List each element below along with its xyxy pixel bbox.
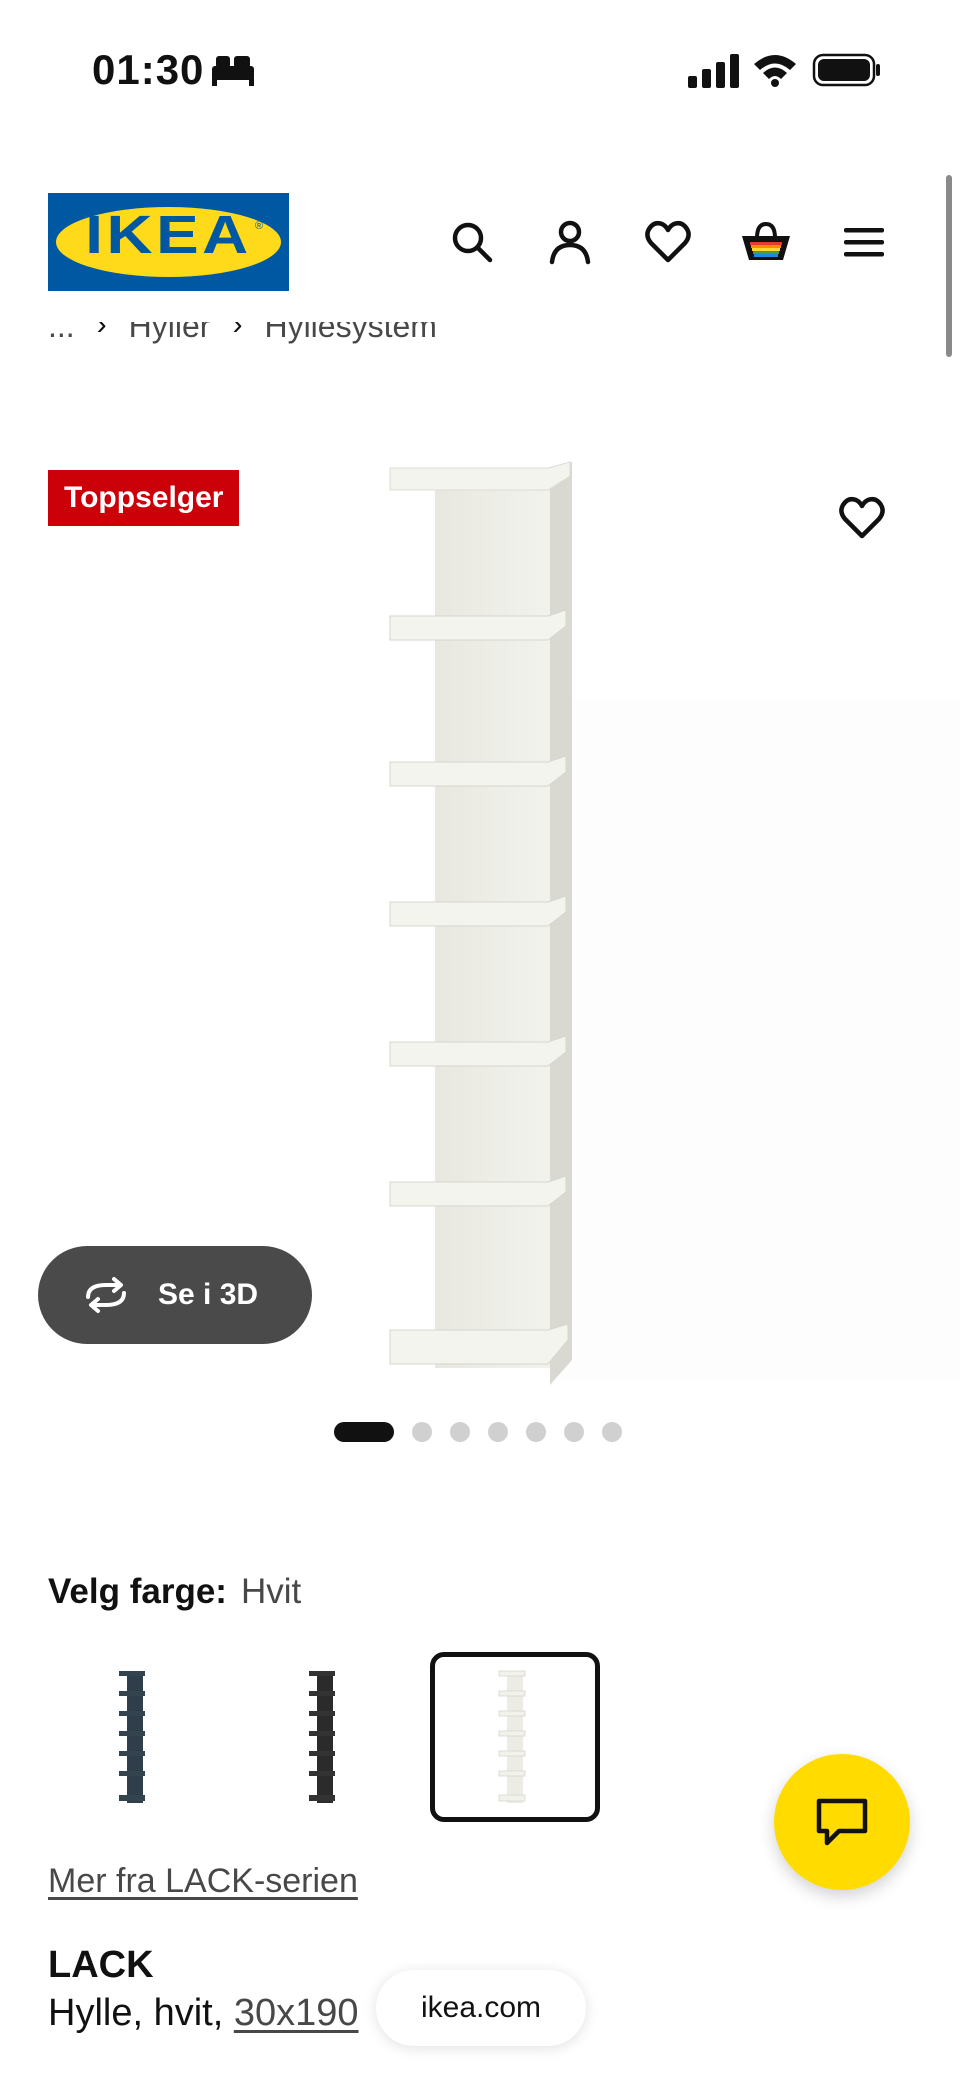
product-desc-text: Hylle, hvit, [48, 1992, 234, 2034]
shelf-thumbnail [498, 1670, 526, 1803]
browser-url-bar[interactable]: ikea.com [376, 1970, 586, 2046]
status-time: 01:30 [92, 46, 205, 93]
wifi-icon [754, 55, 796, 87]
pagination-dot-active[interactable] [334, 1422, 394, 1442]
pagination-dot[interactable] [450, 1422, 470, 1442]
site-header: IKEA ® [0, 190, 960, 294]
breadcrumb: ... › Hyller › Hyllesystem [48, 322, 437, 362]
color-swatch-blue[interactable] [50, 1652, 220, 1822]
chevron-right-icon: › [232, 322, 243, 341]
logo-registered-mark: ® [255, 220, 264, 232]
product-image-gallery[interactable]: Toppselger Se i 3D [0, 420, 960, 1410]
color-swatch-black[interactable] [240, 1652, 410, 1822]
heart-icon[interactable] [642, 216, 694, 268]
breadcrumb-item[interactable]: Hyllesystem [264, 322, 436, 345]
product-image[interactable] [380, 440, 590, 1400]
search-icon[interactable] [446, 216, 498, 268]
chat-button[interactable] [774, 1754, 910, 1890]
topseller-badge: Toppselger [48, 470, 240, 526]
chevron-right-icon: › [96, 322, 107, 341]
page-scrollbar[interactable] [946, 175, 952, 357]
breadcrumb-item[interactable]: Hyller [129, 322, 211, 345]
logo-text: IKEA [85, 205, 252, 265]
pagination-dot[interactable] [564, 1422, 584, 1442]
menu-icon[interactable] [838, 216, 890, 268]
battery-icon [812, 53, 880, 87]
pagination-dot[interactable] [488, 1422, 508, 1442]
color-selector-label: Velg farge: Hvit [48, 1572, 301, 1612]
cellular-signal-icon [688, 54, 739, 88]
pagination-dot[interactable] [412, 1422, 432, 1442]
selected-color-value: Hvit [240, 1572, 302, 1611]
pagination-dot[interactable] [602, 1422, 622, 1442]
more-from-series-link[interactable]: Mer fra LACK-serien [48, 1862, 358, 1901]
product-size-link[interactable]: 30x190 [234, 1992, 359, 2034]
chat-bubble-icon [816, 1798, 868, 1846]
product-description: Hylle, hvit, 30x190 [48, 1992, 359, 2035]
ikea-logo[interactable]: IKEA ® [48, 193, 289, 291]
image-pagination [334, 1422, 622, 1442]
bed-icon [212, 56, 254, 86]
color-swatch-white[interactable] [430, 1652, 600, 1822]
status-bar: 01:30 [0, 0, 960, 140]
rotate-3d-icon [86, 1277, 126, 1313]
pagination-dot[interactable] [526, 1422, 546, 1442]
breadcrumb-ellipsis[interactable]: ... [48, 322, 75, 345]
shopping-bag-icon[interactable] [740, 216, 792, 268]
shelf-thumbnail [309, 1671, 335, 1803]
product-name: LACK [48, 1944, 154, 1986]
shelf-thumbnail [119, 1671, 145, 1803]
image-background [560, 700, 960, 1380]
add-to-favourites-heart-icon[interactable] [836, 492, 888, 544]
view-in-3d-button[interactable]: Se i 3D [38, 1246, 312, 1344]
color-label-text: Velg farge: [48, 1572, 227, 1611]
account-icon[interactable] [544, 216, 596, 268]
view-in-3d-label: Se i 3D [158, 1278, 259, 1311]
